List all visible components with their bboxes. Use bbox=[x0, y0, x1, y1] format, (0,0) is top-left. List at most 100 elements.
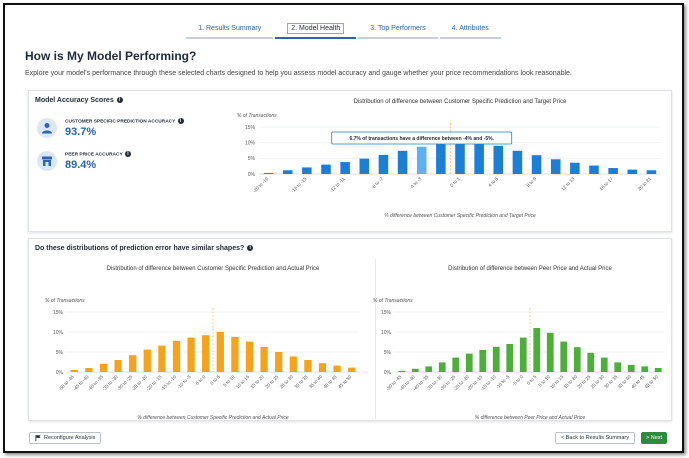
target-price-distribution-chart: Distribution of difference between Custo… bbox=[237, 99, 661, 219]
chart-title: Distribution of difference between Custo… bbox=[354, 99, 568, 105]
x-tick-label: 20 to 25 bbox=[264, 374, 280, 390]
x-tick-label: 35 to 40 bbox=[308, 374, 324, 390]
chart-bar bbox=[158, 345, 166, 372]
chart-bar bbox=[546, 332, 554, 372]
distribution-comparison-card: Do these distributions of prediction err… bbox=[28, 238, 672, 421]
info-icon[interactable]: i bbox=[177, 118, 184, 124]
flag-icon bbox=[35, 435, 41, 441]
x-tick-label: 20 to 21 bbox=[637, 176, 653, 192]
app-frame: 1. Results Summary 2. Model Health 3. To… bbox=[3, 3, 684, 453]
chart-bar bbox=[143, 349, 151, 372]
chart-bar bbox=[245, 341, 254, 372]
x-tick-label: 15 to 20 bbox=[563, 374, 579, 390]
chart-bar bbox=[378, 154, 389, 174]
x-tick-label: 40 to 45 bbox=[630, 374, 646, 390]
x-tick-label: -5 to 0 bbox=[511, 374, 524, 387]
x-tick-label: -8 to -7 bbox=[370, 176, 384, 190]
chart-bar bbox=[493, 145, 504, 174]
customer-accuracy-label: CUSTOMER SPECIFIC PREDICTION ACCURACY i bbox=[65, 118, 184, 124]
tab-top-performers[interactable]: 3. Top Performers bbox=[358, 22, 438, 39]
chart-bar bbox=[641, 366, 649, 372]
info-icon[interactable]: i bbox=[124, 151, 131, 157]
x-tick-label: 45 to 50 bbox=[644, 374, 660, 390]
y-axis-label: % of Transactions bbox=[237, 113, 277, 119]
chart-bar bbox=[99, 364, 108, 372]
chart-bar bbox=[506, 344, 514, 372]
y-tick-label: 5% bbox=[248, 156, 256, 162]
accuracy-title-text: Model Accuracy Scores bbox=[35, 97, 114, 104]
peer-accuracy-value: 89.4% bbox=[65, 159, 97, 171]
chart-bar bbox=[438, 362, 446, 372]
chart-bar bbox=[302, 167, 312, 174]
y-tick-label: 15% bbox=[381, 310, 392, 316]
chart-bar bbox=[646, 170, 657, 174]
chart-bar bbox=[85, 368, 93, 372]
page-title: How is My Model Performing? bbox=[25, 49, 197, 63]
x-tick-label: 45 to 50 bbox=[337, 374, 353, 390]
x-tick-label: 0 to 5 bbox=[209, 374, 221, 386]
chart-bar bbox=[321, 164, 331, 174]
chart-bar bbox=[614, 362, 622, 372]
chart-bar bbox=[172, 340, 181, 372]
x-tick-label: 0 to 1 bbox=[449, 176, 461, 188]
model-accuracy-card: Model Accuracy Scores i CUSTOMER SPECIFI… bbox=[28, 90, 672, 232]
tooltip-text: 6.7% of transactions have a difference b… bbox=[349, 136, 494, 142]
chart-bar bbox=[260, 346, 268, 372]
tab-results-summary[interactable]: 1. Results Summary bbox=[186, 22, 274, 39]
chart-bar bbox=[304, 360, 312, 372]
info-icon[interactable]: i bbox=[247, 245, 254, 252]
x-tick-label: 16 to 17 bbox=[599, 176, 615, 192]
tab-attributes[interactable]: 4. Attributes bbox=[439, 22, 501, 39]
chart-bar bbox=[452, 357, 460, 372]
chart-bar bbox=[608, 168, 618, 174]
chart-bar bbox=[479, 350, 487, 372]
x-tick-label: 0 to 5 bbox=[526, 374, 538, 386]
chart-title: Distribution of difference between Custo… bbox=[107, 266, 320, 272]
chart-bar bbox=[282, 170, 293, 174]
chart-bar bbox=[216, 332, 224, 372]
x-tick-label: -10 to -5 bbox=[495, 374, 511, 390]
chart-bar bbox=[114, 360, 122, 372]
chart-bar bbox=[533, 328, 541, 372]
x-tick-label: 30 to 35 bbox=[603, 374, 619, 390]
x-tick-label: -20 to -19 bbox=[252, 176, 270, 194]
chart-bar bbox=[492, 346, 500, 372]
y-tick-label: 10% bbox=[381, 330, 392, 336]
x-tick-label: 10 to 15 bbox=[235, 374, 251, 390]
chart-bar bbox=[416, 146, 427, 174]
x-tick-label: -15 to -10 bbox=[160, 374, 178, 392]
distribution-question: Do these distributions of prediction err… bbox=[35, 245, 254, 252]
chart-bar bbox=[129, 355, 137, 372]
next-button[interactable]: > Next bbox=[641, 432, 668, 444]
x-tick-label: -5 to 0 bbox=[194, 374, 207, 387]
y-tick-label: 0% bbox=[56, 370, 64, 376]
tab-model-health[interactable]: 2. Model Health bbox=[275, 22, 357, 39]
chart-bar bbox=[231, 336, 239, 372]
x-tick-label: 20 to 25 bbox=[576, 374, 592, 390]
peer-accuracy-label: PEER PRICE ACCURACY i bbox=[65, 151, 131, 157]
chart-bar bbox=[289, 356, 297, 372]
x-tick-label: 4 to 5 bbox=[487, 176, 499, 188]
x-tick-label: -12 to -11 bbox=[329, 176, 347, 194]
chart-bar bbox=[70, 370, 78, 372]
x-tick-label: 8 to 9 bbox=[526, 176, 538, 188]
chart-bar bbox=[436, 143, 446, 174]
x-tick-label: 10 to 15 bbox=[549, 374, 565, 390]
chart-bar bbox=[627, 364, 635, 372]
y-tick-label: 10% bbox=[53, 330, 64, 336]
chart-bar bbox=[573, 347, 581, 372]
tab-bar: 1. Results Summary 2. Model Health 3. To… bbox=[5, 22, 682, 39]
chart-bar bbox=[519, 337, 527, 372]
x-tick-label: 35 to 40 bbox=[617, 374, 633, 390]
y-tick-label: 5% bbox=[56, 350, 64, 356]
back-to-results-summary-button[interactable]: < Back to Results Summary bbox=[555, 432, 636, 444]
chart-bar bbox=[570, 162, 580, 174]
chart-bar bbox=[359, 158, 370, 174]
chart-bar bbox=[512, 150, 523, 174]
chart-bar bbox=[425, 366, 433, 372]
chart-bar bbox=[654, 368, 662, 372]
customer-accuracy-value: 93.7% bbox=[65, 126, 97, 138]
reconfigure-analysis-button[interactable]: Reconfigure Analysis bbox=[29, 432, 102, 444]
accuracy-section-title: Model Accuracy Scores i bbox=[35, 97, 123, 104]
info-icon[interactable]: i bbox=[116, 97, 123, 104]
